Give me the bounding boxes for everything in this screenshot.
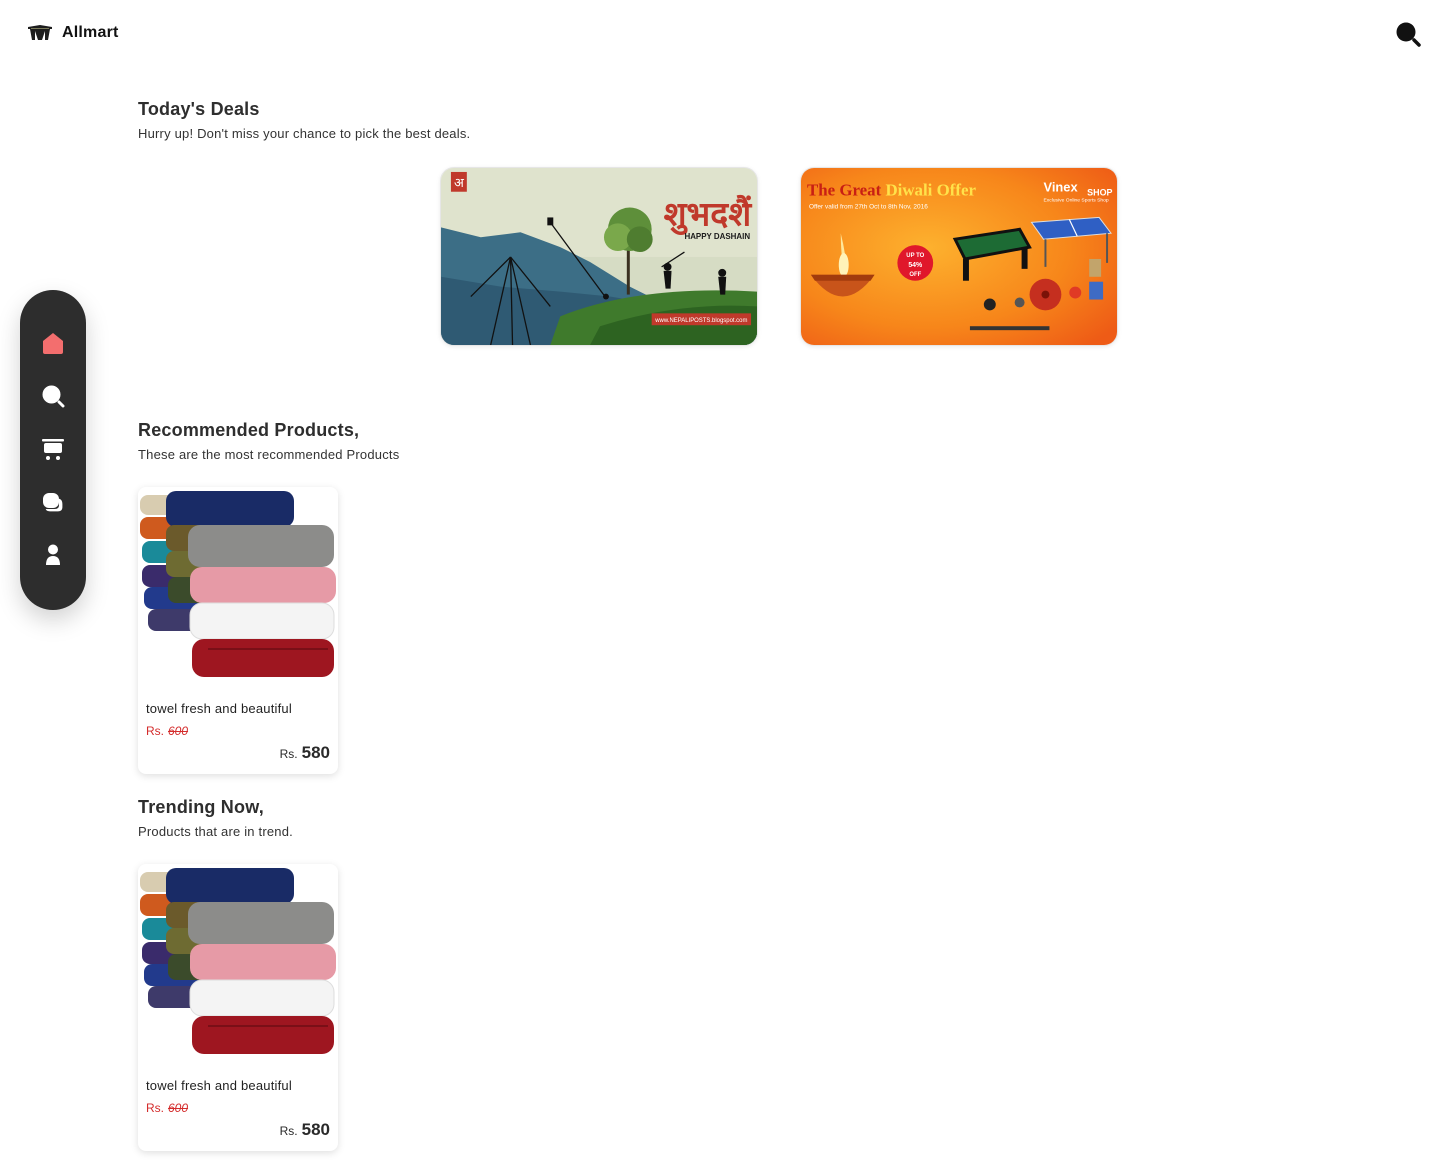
dashain-headline: शुभदशैं — [664, 194, 753, 235]
product-old-price: Rs. 600 — [146, 1101, 188, 1115]
diwali-headline-2: Diwali Offer — [885, 181, 976, 200]
cart-icon — [42, 439, 64, 460]
dashain-site: www.NEPALIPOSTS.blogspot.com — [654, 318, 747, 324]
recommended-title: Recommended Products, — [138, 420, 360, 440]
price-currency: Rs. — [279, 747, 298, 761]
dashain-tagline: HAPPY DASHAIN — [684, 232, 750, 241]
badge-line-3: OFF — [909, 272, 921, 278]
product-card[interactable]: towel fresh and beautiful Rs. 600 Rs. 580 — [138, 487, 338, 774]
sidebar-item-cart[interactable] — [40, 436, 66, 462]
product-price: Rs. 580 — [280, 1120, 330, 1140]
product-old-price: Rs. 600 — [146, 724, 188, 738]
sidebar-nav — [20, 290, 86, 610]
price-value: 580 — [301, 743, 330, 762]
sidebar-item-home[interactable] — [40, 330, 66, 356]
vinex-brand-sub: SHOP — [1087, 188, 1112, 198]
deal-banner-dashain[interactable]: अ शुभदशैं HAPPY DASHAIN www.NEPALIPOSTS.… — [440, 167, 758, 346]
old-price-value: 600 — [168, 724, 189, 738]
sidebar-item-chat[interactable] — [40, 489, 66, 515]
trending-subtitle: Products that are in trend. — [138, 824, 293, 839]
badge-line-1: UP TO — [906, 253, 924, 259]
search-icon — [42, 385, 65, 408]
old-price-value: 600 — [168, 1101, 189, 1115]
product-name: towel fresh and beautiful — [146, 701, 292, 716]
trending-title: Trending Now, — [138, 797, 264, 817]
deals-subtitle: Hurry up! Don't miss your chance to pick… — [138, 126, 471, 141]
home-icon — [43, 333, 63, 354]
search-icon[interactable] — [1394, 20, 1422, 48]
product-name: towel fresh and beautiful — [146, 1078, 292, 1093]
product-card[interactable]: towel fresh and beautiful Rs. 600 Rs. 580 — [138, 864, 338, 1151]
diwali-headline-1: The Great — [807, 181, 882, 200]
deals-title: Today's Deals — [138, 99, 260, 119]
user-icon — [46, 544, 60, 565]
diwali-banner-image: The Great Diwali Offer Offer valid from … — [801, 168, 1117, 345]
sidebar-item-profile[interactable] — [40, 542, 66, 568]
vinex-brand: Vinex — [1043, 180, 1078, 195]
product-price: Rs. 580 — [280, 743, 330, 763]
brand-logo-icon — [28, 25, 52, 40]
top-header: Allmart — [0, 0, 1440, 66]
old-price-currency: Rs. — [146, 1101, 164, 1115]
brand-name: Allmart — [62, 24, 119, 41]
sidebar-item-search[interactable] — [40, 383, 66, 409]
towel-product-image — [140, 491, 336, 677]
price-currency: Rs. — [279, 1124, 298, 1138]
recommended-subtitle: These are the most recommended Products — [138, 447, 400, 462]
badge-line-2: 54% — [908, 262, 922, 269]
price-value: 580 — [301, 1120, 330, 1139]
old-price-currency: Rs. — [146, 724, 164, 738]
brand[interactable]: Allmart — [27, 20, 119, 46]
diwali-offer-line: Offer valid from 27th Oct to 8th Nov, 20… — [809, 204, 928, 211]
dashain-banner-image: अ शुभदशैं HAPPY DASHAIN www.NEPALIPOSTS.… — [441, 168, 757, 345]
chat-icon — [43, 493, 64, 513]
vinex-tagline: Exclusive Online Sports Shop — [1043, 198, 1108, 204]
towel-product-image — [140, 868, 336, 1054]
dashain-logo: अ — [454, 176, 465, 191]
deal-banner-diwali[interactable]: The Great Diwali Offer Offer valid from … — [800, 167, 1118, 346]
